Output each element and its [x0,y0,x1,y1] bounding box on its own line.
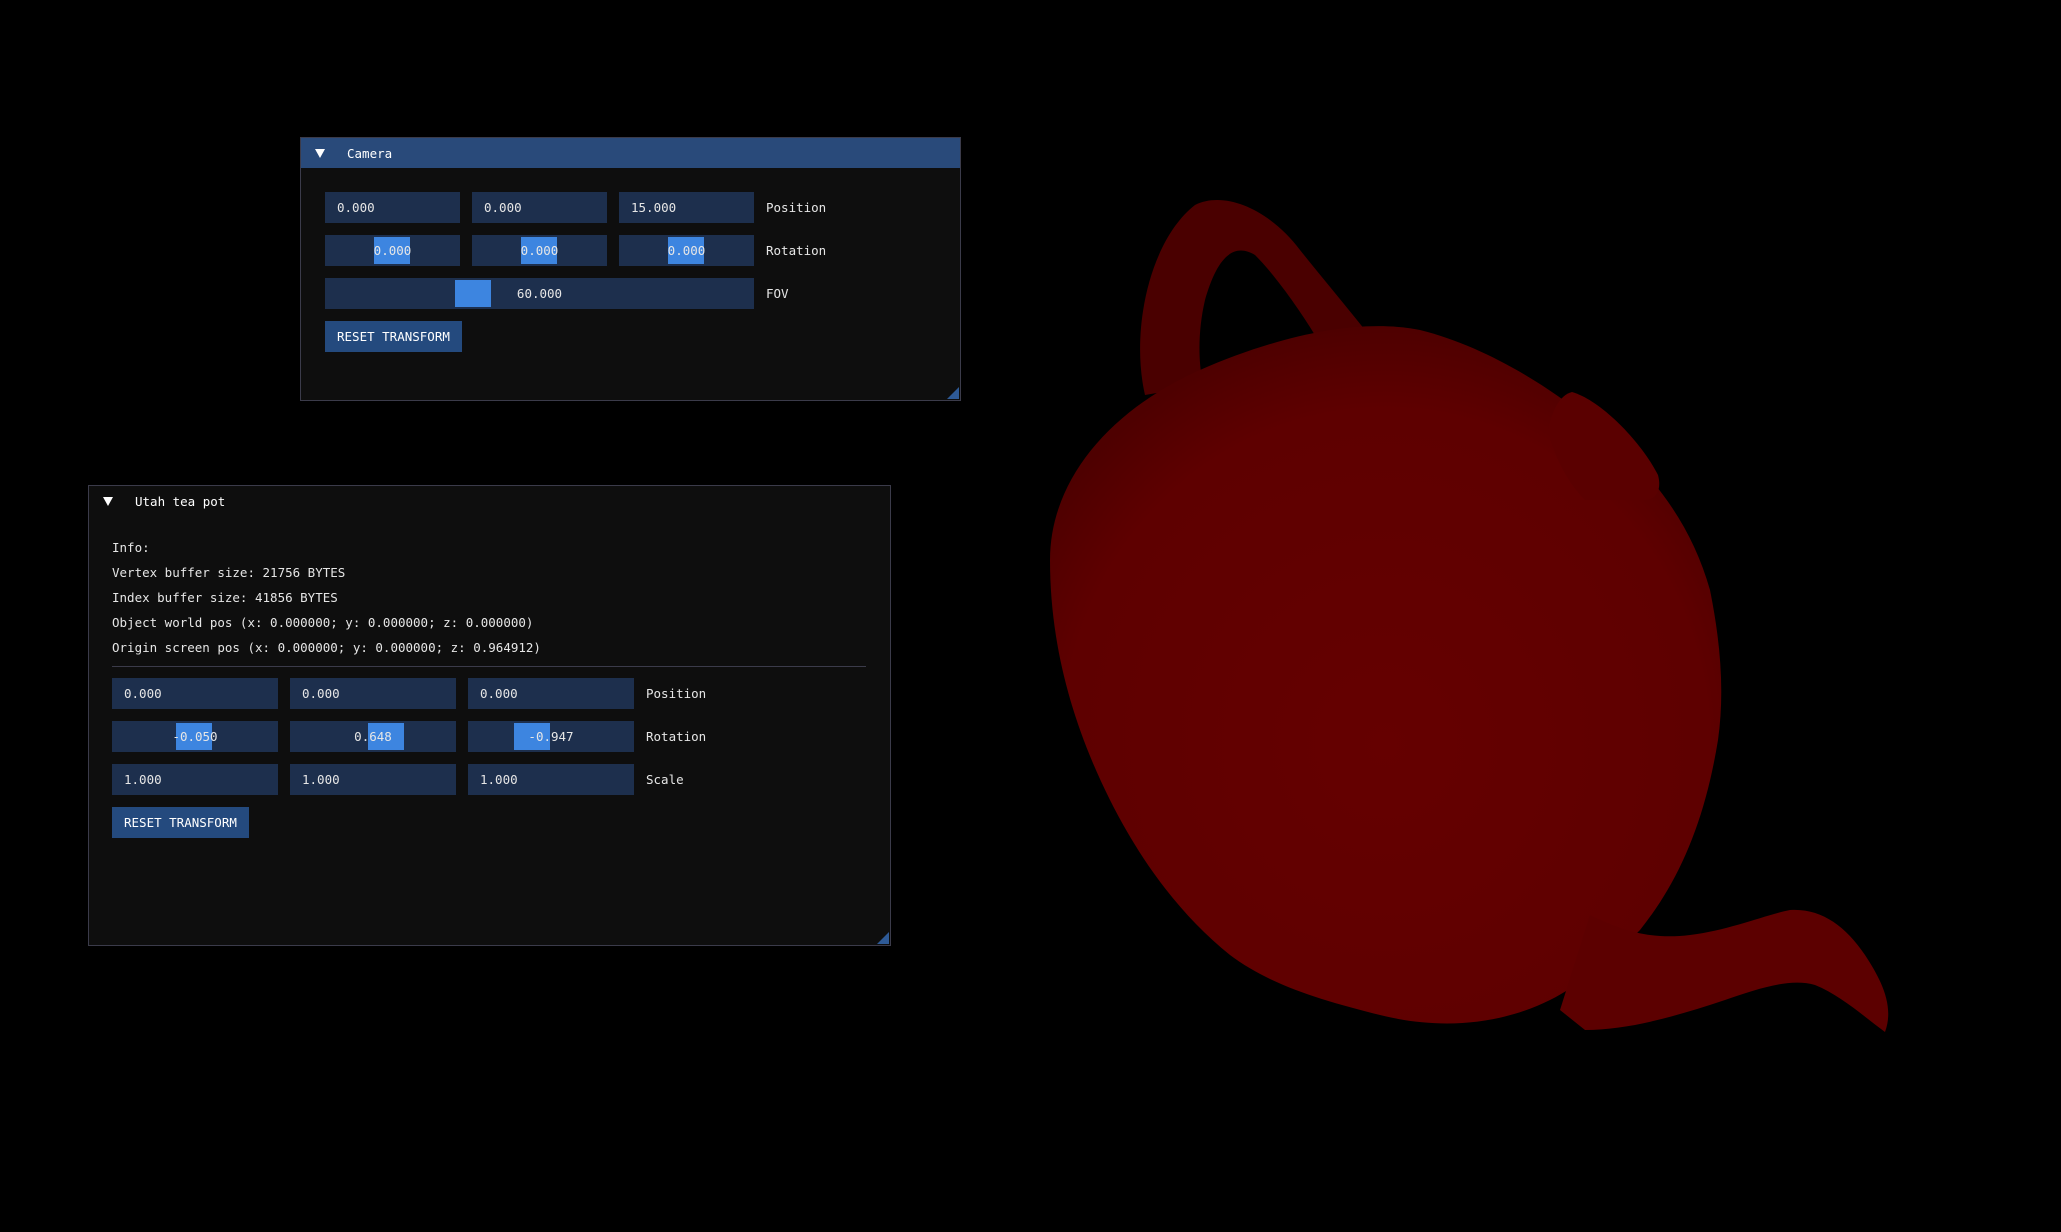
camera-fov-row: 60.000 FOV [325,278,789,309]
camera-rotation-z-slider[interactable]: 0.000 [619,235,754,266]
teapot-rotation-label: Rotation [646,729,707,744]
teapot-position-label: Position [646,686,707,701]
camera-fov-slider[interactable]: 60.000 [325,278,754,309]
teapot-reset-transform-button[interactable]: RESET TRANSFORM [112,807,249,838]
teapot-scale-z-input[interactable]: 1.000 [468,764,634,795]
teapot-rotation-z-slider[interactable]: -0.947 [468,721,634,752]
teapot-rotation-row: -0.050 0.648 -0.947 Rotation [112,721,706,752]
camera-rotation-label: Rotation [766,243,827,258]
teapot-position-row: 0.000 0.000 0.000 Position [112,678,706,709]
camera-rotation-x-slider[interactable]: 0.000 [325,235,460,266]
camera-window-title: Camera [347,145,393,161]
vertex-buffer-size: Vertex buffer size: 21756 BYTES [112,565,346,580]
teapot-position-z-input[interactable]: 0.000 [468,678,634,709]
camera-reset-transform-button[interactable]: RESET TRANSFORM [325,321,462,352]
collapse-triangle-icon[interactable] [103,496,113,506]
teapot-scale-row: 1.000 1.000 1.000 Scale [112,764,684,795]
teapot-window-titlebar[interactable]: Utah tea pot [89,486,890,516]
collapse-triangle-icon[interactable] [315,148,325,158]
origin-screen-pos: Origin screen pos (x: 0.000000; y: 0.000… [112,640,541,655]
teapot-scale-label: Scale [646,772,684,787]
teapot-position-y-input[interactable]: 0.000 [290,678,456,709]
teapot-position-x-input[interactable]: 0.000 [112,678,278,709]
camera-fov-label: FOV [766,286,789,301]
teapot-scale-x-input[interactable]: 1.000 [112,764,278,795]
camera-rotation-y-slider[interactable]: 0.000 [472,235,607,266]
camera-position-y-input[interactable]: 0.000 [472,192,607,223]
camera-window[interactable]: Camera 0.000 0.000 15.000 Position 0.000… [300,137,961,401]
teapot-spout [1560,909,1889,1032]
index-buffer-size: Index buffer size: 41856 BYTES [112,590,338,605]
teapot-window[interactable]: Utah tea pot Info: Vertex buffer size: 2… [88,485,891,946]
separator [112,666,866,667]
resize-grip[interactable] [877,932,889,944]
teapot-scale-y-input[interactable]: 1.000 [290,764,456,795]
camera-position-label: Position [766,200,827,215]
teapot-window-title: Utah tea pot [135,493,226,509]
teapot-rotation-x-slider[interactable]: -0.050 [112,721,278,752]
camera-position-row: 0.000 0.000 15.000 Position [325,192,826,223]
camera-window-titlebar[interactable]: Camera [301,138,960,168]
camera-rotation-row: 0.000 0.000 0.000 Rotation [325,235,826,266]
camera-position-x-input[interactable]: 0.000 [325,192,460,223]
slider-grab[interactable] [455,280,491,307]
resize-grip[interactable] [947,387,959,399]
teapot-rotation-y-slider[interactable]: 0.648 [290,721,456,752]
info-heading: Info: [112,540,150,555]
object-world-pos: Object world pos (x: 0.000000; y: 0.0000… [112,615,534,630]
camera-position-z-input[interactable]: 15.000 [619,192,754,223]
